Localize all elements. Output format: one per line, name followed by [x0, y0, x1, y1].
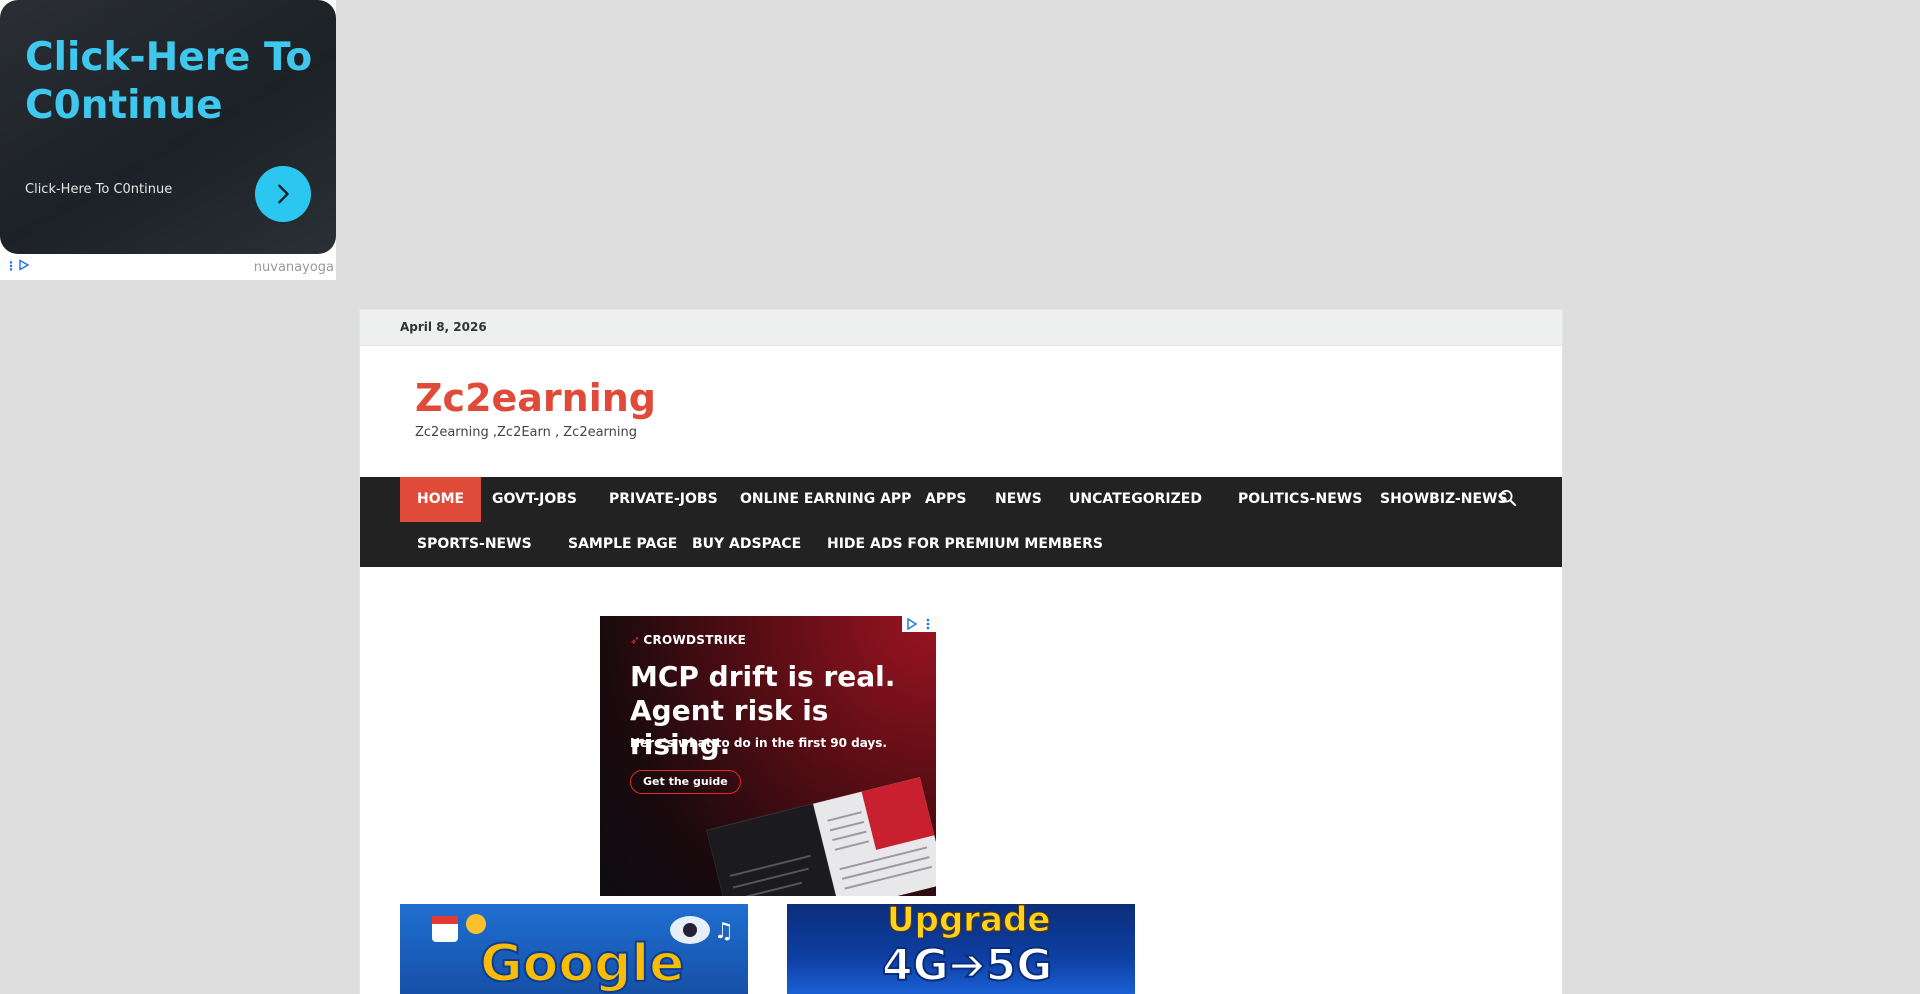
- site-title[interactable]: Zc2earning: [415, 376, 656, 420]
- nav-item-govt-jobs[interactable]: GOVT-JOBS: [475, 477, 594, 522]
- top-ad-banner[interactable]: Click-Here To C0ntinue Click-Here To C0n…: [0, 0, 336, 280]
- main-navigation: HOME GOVT-JOBS PRIVATE-JOBS ONLINE EARNI…: [360, 477, 1562, 567]
- content-ad-banner[interactable]: ➶ CROWDSTRIKE MCP drift is real. Agent ri…: [600, 616, 936, 896]
- thumbnail-title: Google: [479, 933, 685, 994]
- search-button[interactable]: [1499, 489, 1521, 511]
- nav-item-sample-page[interactable]: SAMPLE PAGE: [551, 522, 694, 567]
- thumbnail-title: Upgrade: [886, 904, 1051, 941]
- current-date: April 8, 2026: [400, 320, 487, 334]
- svg-text:♫: ♫: [714, 919, 732, 944]
- nav-item-buy-adspace[interactable]: BUY ADSPACE: [675, 522, 818, 567]
- nav-item-online-earning-app[interactable]: ONLINE EARNING APP: [723, 477, 928, 522]
- top-bar: April 8, 2026: [360, 310, 1562, 346]
- adchoices-icon[interactable]: [18, 259, 30, 275]
- nav-item-home[interactable]: HOME: [400, 477, 482, 522]
- ad-options-icon[interactable]: ⋮: [5, 260, 17, 272]
- ad-card[interactable]: Click-Here To C0ntinue Click-Here To C0n…: [0, 0, 336, 254]
- post-thumbnail[interactable]: ♫ Google: [400, 904, 748, 994]
- chevron-right-icon: [278, 184, 289, 204]
- ad-subtext[interactable]: Click-Here To C0ntinue: [25, 182, 172, 197]
- search-icon: [1499, 489, 1517, 507]
- ad-brand-logo[interactable]: ➶ CROWDSTRIKE: [630, 633, 746, 647]
- ad-advertiser[interactable]: nuvanayoga: [254, 260, 334, 275]
- ad-subtext[interactable]: Here’s what to do in the first 90 days.: [630, 736, 887, 750]
- nav-item-politics-news[interactable]: POLITICS-NEWS: [1221, 477, 1379, 522]
- site-container: April 8, 2026 Zc2earning Zc2earning ,Zc2…: [359, 309, 1563, 994]
- nav-item-apps[interactable]: APPS: [908, 477, 983, 522]
- site-tagline: Zc2earning ,Zc2Earn , Zc2earning: [415, 425, 638, 440]
- post-thumbnail[interactable]: Upgrade 4G➔5G: [787, 904, 1135, 994]
- ad-cta-button[interactable]: Get the guide: [630, 770, 741, 794]
- nav-item-uncategorized[interactable]: UNCATEGORIZED: [1052, 477, 1219, 522]
- ad-headline[interactable]: Click-Here To C0ntinue: [25, 34, 325, 130]
- ad-footer: ⋮ nuvanayoga: [0, 254, 336, 280]
- nav-item-news[interactable]: NEWS: [978, 477, 1059, 522]
- nav-item-private-jobs[interactable]: PRIVATE-JOBS: [592, 477, 735, 522]
- nav-item-hide-ads[interactable]: HIDE ADS FOR PREMIUM MEMBERS: [810, 522, 1120, 567]
- nav-item-sports-news[interactable]: SPORTS-NEWS: [400, 522, 549, 567]
- thumbnail-subtitle: 4G➔5G: [881, 939, 1053, 992]
- ad-continue-button[interactable]: [255, 166, 311, 222]
- adchoices-badge[interactable]: [902, 616, 936, 632]
- falcon-icon: ➶: [630, 633, 641, 647]
